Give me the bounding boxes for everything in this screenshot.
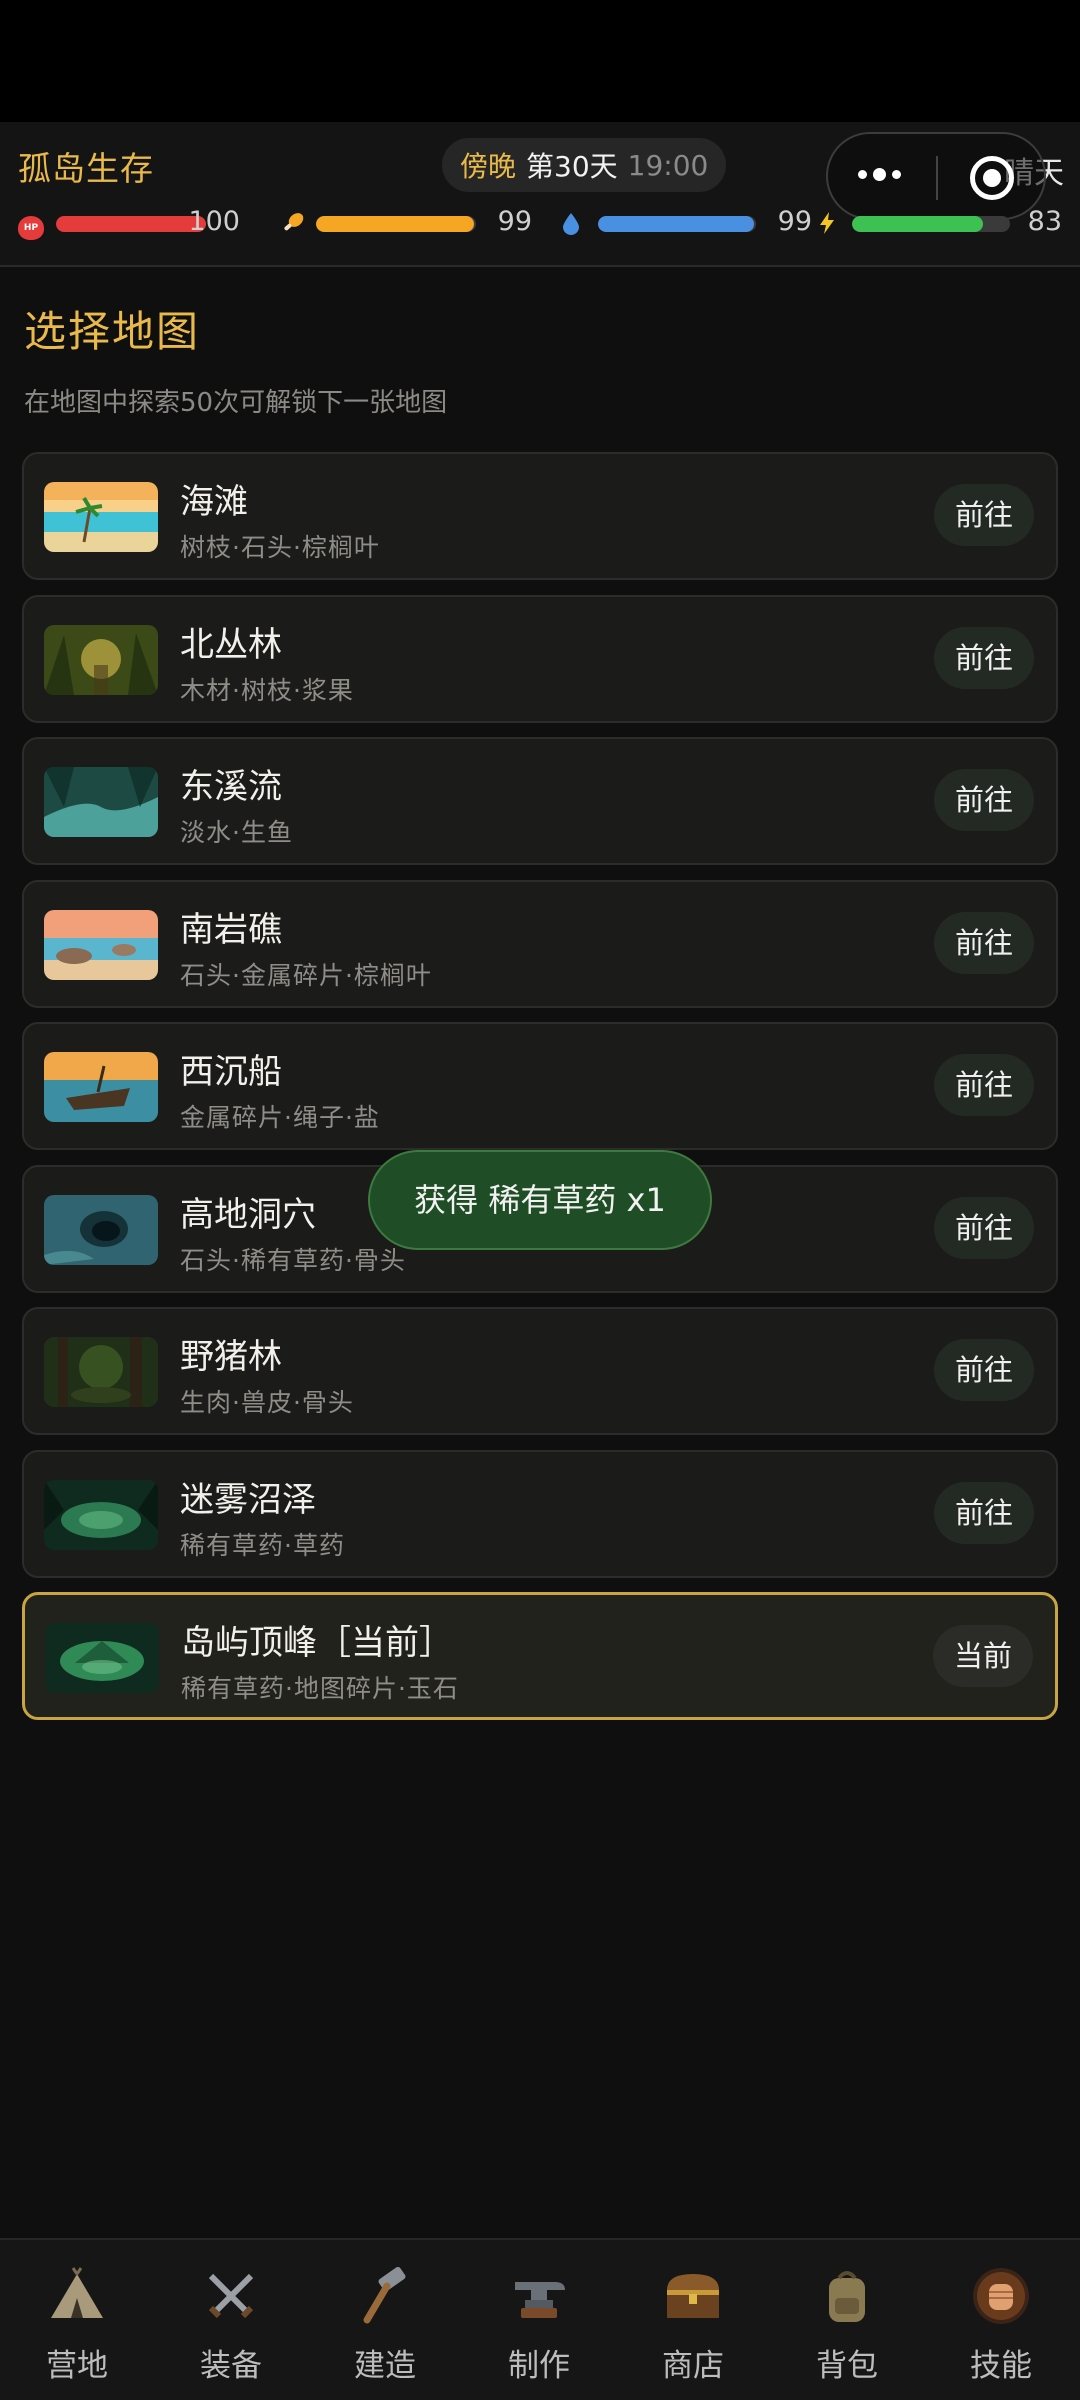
water-drop-icon	[558, 210, 584, 236]
nav-label: 技能	[970, 2348, 1032, 2384]
app-title: 孤岛生存	[18, 149, 154, 188]
map-thumbnail	[45, 1623, 159, 1693]
bottom-nav: 营地 装备 建造 制作 商店 背包 技能	[0, 2238, 1080, 2400]
map-thumbnail	[44, 624, 158, 695]
go-to-map-button[interactable]: 前往	[934, 1481, 1034, 1544]
backpack-icon	[815, 2264, 879, 2328]
map-name: 北丛林	[180, 624, 282, 665]
fist-icon	[969, 2264, 1033, 2328]
go-to-map-button[interactable]: 前往	[934, 1339, 1034, 1401]
thirst-stat: 99	[558, 204, 823, 244]
day-counter: 第30天	[526, 150, 618, 183]
map-name: 西沉船	[180, 1052, 282, 1092]
hunger-bar	[316, 216, 476, 232]
heart-hp-icon: HP	[18, 210, 44, 240]
nav-item-hammer[interactable]: 建造	[308, 2240, 462, 2400]
nav-item-treasure-chest[interactable]: 商店	[616, 2240, 770, 2400]
map-name: 岛屿顶峰［当前］	[181, 1623, 453, 1663]
map-thumbnail	[44, 767, 158, 837]
nav-label: 建造	[354, 2348, 416, 2384]
nav-label: 背包	[816, 2348, 878, 2384]
nav-item-backpack[interactable]: 背包	[770, 2240, 924, 2400]
map-resources: 稀有草药·地图碎片·玉石	[181, 1674, 459, 1703]
time-period: 傍晚	[460, 150, 517, 183]
thirst-bar	[598, 216, 756, 232]
hp-stat: HP 100	[18, 204, 268, 244]
energy-stat: 83	[814, 204, 1074, 244]
hunger-stat: 99	[280, 204, 550, 244]
map-thumbnail	[44, 1052, 158, 1122]
map-card[interactable]: 东溪流淡水·生鱼 前往	[22, 737, 1058, 865]
map-resources: 生肉·兽皮·骨头	[180, 1388, 354, 1417]
go-to-map-button[interactable]: 前往	[934, 626, 1034, 689]
drumstick-icon	[280, 210, 306, 236]
go-to-map-button[interactable]: 前往	[934, 1054, 1034, 1116]
map-name: 野猪林	[180, 1337, 282, 1377]
lightning-icon	[814, 210, 840, 236]
capsule-divider	[936, 156, 938, 200]
map-resources: 稀有草药·草药	[180, 1530, 345, 1560]
nav-item-fist[interactable]: 技能	[924, 2240, 1078, 2400]
map-card[interactable]: 西沉船金属碎片·绳子·盐 前往	[22, 1022, 1058, 1150]
treasure-chest-icon	[661, 2264, 725, 2328]
go-to-map-button[interactable]: 前往	[934, 911, 1034, 974]
map-name: 高地洞穴	[180, 1194, 316, 1235]
map-card[interactable]: 迷雾沼泽稀有草药·草药 前往	[22, 1449, 1058, 1578]
close-miniprogram-icon[interactable]	[970, 156, 1014, 200]
nav-label: 装备	[200, 2348, 262, 2384]
system-status-bar	[0, 0, 1080, 122]
page-title: 选择地图	[24, 307, 201, 356]
map-thumbnail	[44, 909, 158, 980]
map-name: 海滩	[180, 482, 248, 522]
nav-label: 商店	[662, 2348, 724, 2384]
stats-row: HP 100 99 99 83	[18, 204, 1068, 244]
map-card[interactable]: 海滩树枝·石头·棕榈叶 前往	[22, 452, 1058, 580]
more-options-icon[interactable]	[858, 168, 901, 181]
hammer-icon	[353, 2264, 417, 2328]
crossed-swords-icon	[199, 2264, 263, 2328]
map-thumbnail	[44, 1194, 158, 1265]
energy-bar	[852, 216, 1010, 232]
anvil-icon	[507, 2264, 571, 2328]
map-resources: 石头·金属碎片·棕榈叶	[180, 960, 432, 990]
tent-icon	[45, 2264, 109, 2328]
nav-item-anvil[interactable]: 制作	[462, 2240, 616, 2400]
nav-label: 营地	[46, 2348, 108, 2384]
map-resources: 树枝·石头·棕榈叶	[180, 533, 380, 562]
map-name: 迷雾沼泽	[180, 1479, 316, 1520]
map-name: 南岩礁	[180, 909, 282, 950]
time-indicator: 傍晚 第30天 19:00	[442, 138, 727, 192]
energy-value: 83	[1027, 206, 1062, 237]
map-thumbnail	[44, 1337, 158, 1407]
current-map-button[interactable]: 当前	[933, 1625, 1033, 1687]
toast-notification: 获得 稀有草药 x1	[368, 1150, 712, 1250]
map-name: 东溪流	[180, 767, 282, 807]
nav-item-tent[interactable]: 营地	[0, 2240, 154, 2400]
map-thumbnail	[44, 1479, 158, 1550]
map-card[interactable]: 南岩礁石头·金属碎片·棕榈叶 前往	[22, 879, 1058, 1008]
go-to-map-button[interactable]: 前往	[934, 484, 1034, 546]
map-card[interactable]: 岛屿顶峰［当前］ 稀有草药·地图碎片·玉石 当前	[22, 1592, 1058, 1720]
thirst-value: 99	[777, 206, 812, 237]
map-card[interactable]: 野猪林生肉·兽皮·骨头 前往	[22, 1307, 1058, 1435]
hunger-value: 99	[497, 206, 532, 237]
map-thumbnail	[44, 482, 158, 552]
clock: 19:00	[627, 148, 709, 182]
game-header: 孤岛生存 傍晚 第30天 19:00 晴天 HP 100 99 99	[0, 122, 1080, 267]
map-resources: 淡水·生鱼	[180, 818, 293, 847]
map-resources: 木材·树枝·浆果	[180, 675, 354, 705]
go-to-map-button[interactable]: 前往	[934, 1196, 1034, 1259]
map-resources: 石头·稀有草药·骨头	[180, 1245, 406, 1275]
hp-value: 100	[188, 206, 240, 237]
map-card[interactable]: 北丛林木材·树枝·浆果 前往	[22, 594, 1058, 723]
page-subtitle: 在地图中探索50次可解锁下一张地图	[24, 388, 448, 418]
nav-label: 制作	[508, 2348, 570, 2384]
nav-item-crossed-swords[interactable]: 装备	[154, 2240, 308, 2400]
go-to-map-button[interactable]: 前往	[934, 769, 1034, 831]
map-resources: 金属碎片·绳子·盐	[180, 1103, 380, 1132]
